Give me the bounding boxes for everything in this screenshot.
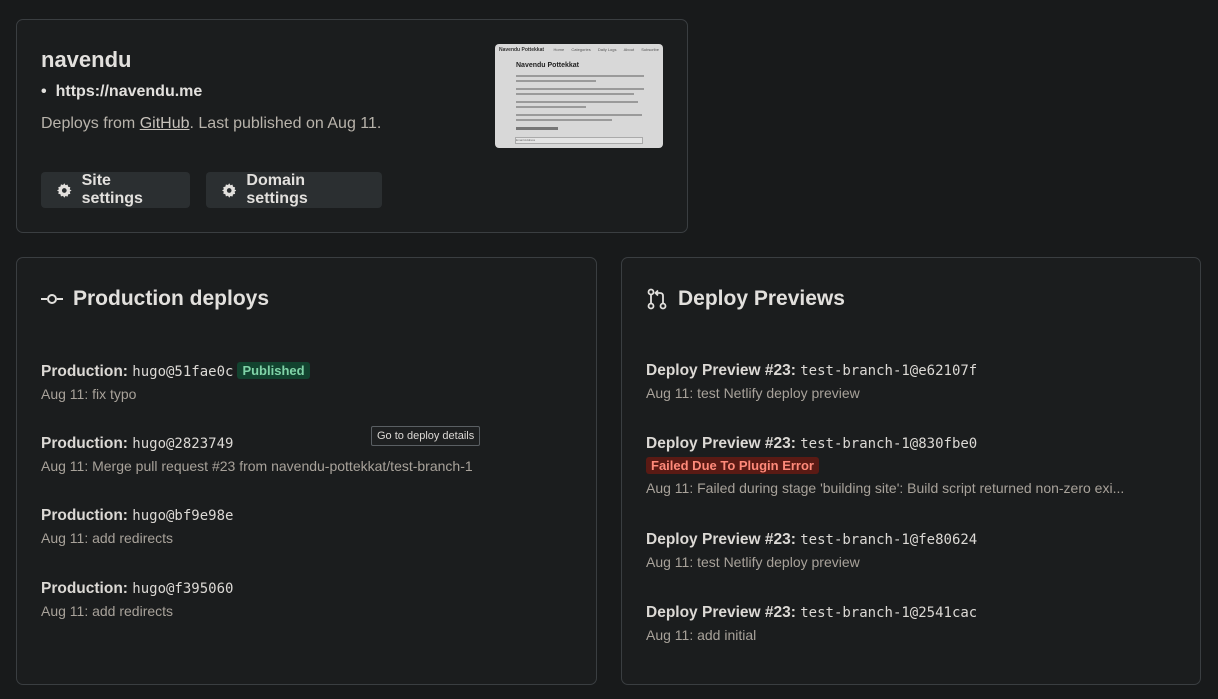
thumbnail-text-line bbox=[516, 114, 642, 116]
commit-icon bbox=[41, 294, 63, 304]
thumbnail-nav-link: Subscribe bbox=[641, 47, 659, 52]
thumbnail-text-line bbox=[516, 106, 586, 108]
gear-icon bbox=[222, 182, 237, 198]
production-deploys-title: Production deploys bbox=[73, 287, 270, 310]
published-badge: Published bbox=[237, 362, 310, 379]
deploy-label: Deploy Preview #23: bbox=[646, 531, 796, 548]
production-deploy-item[interactable]: Production: hugo@51fae0c Published Aug 11… bbox=[41, 362, 310, 402]
production-deploy-item[interactable]: Production: hugo@bf9e98e Aug 11: add red… bbox=[41, 507, 233, 546]
deploy-label: Deploy Preview #23: bbox=[646, 435, 796, 452]
bullet: • bbox=[41, 83, 47, 100]
deploy-info: Deploys from GitHub. Last published on A… bbox=[41, 115, 381, 133]
deploy-ref: hugo@f395060 bbox=[132, 581, 234, 597]
deploy-label: Production: bbox=[41, 435, 128, 452]
deploy-label: Production: bbox=[41, 363, 128, 380]
deploy-ref: hugo@bf9e98e bbox=[132, 508, 234, 524]
deploy-ref: hugo@2823749 bbox=[132, 436, 234, 452]
deploy-ref: test-branch-1@2541cac bbox=[800, 605, 978, 621]
failed-badge: Failed Due To Plugin Error bbox=[646, 457, 819, 474]
production-deploy-item[interactable]: Production: hugo@f395060 Aug 11: add red… bbox=[41, 580, 233, 619]
deploy-ref: hugo@51fae0c bbox=[132, 364, 234, 380]
deploy-label: Deploy Preview #23: bbox=[646, 362, 796, 379]
pull-request-icon bbox=[647, 288, 667, 310]
thumbnail-page-title: Navendu Pottekkat bbox=[516, 62, 580, 69]
repo-link[interactable]: GitHub bbox=[140, 115, 190, 132]
deploy-ref: test-branch-1@830fbe0 bbox=[800, 436, 978, 452]
thumbnail-nav-link: Daily Logs bbox=[597, 47, 617, 52]
thumbnail-nav-title: Navendu Pottekkat bbox=[499, 47, 545, 53]
domain-settings-button[interactable]: Domain settings bbox=[206, 172, 382, 208]
last-published-text: . Last published on Aug 11. bbox=[189, 115, 382, 132]
site-settings-button[interactable]: Site settings bbox=[41, 172, 190, 208]
domain-settings-label: Domain settings bbox=[246, 172, 308, 207]
deploy-message: Aug 11: add redirects bbox=[41, 603, 174, 619]
thumbnail-social-icons bbox=[516, 127, 558, 130]
deploy-message: Aug 11: test Netlify deploy preview bbox=[646, 554, 860, 570]
deploy-details-tooltip: Go to deploy details bbox=[371, 426, 481, 446]
thumbnail-text-line bbox=[516, 88, 644, 90]
deploy-preview-item[interactable]: Deploy Preview #23: test-branch-1@830fbe… bbox=[646, 435, 1124, 496]
deploy-preview-item[interactable]: Deploy Preview #23: test-branch-1@2541ca… bbox=[646, 604, 977, 643]
gear-icon bbox=[57, 182, 72, 198]
deploy-message: Aug 11: fix typo bbox=[41, 386, 137, 402]
thumbnail-text-line bbox=[516, 93, 634, 95]
site-settings-label: Site settings bbox=[81, 172, 143, 207]
deploy-ref: test-branch-1@fe80624 bbox=[800, 532, 978, 548]
deploy-message: Aug 11: Merge pull request #23 from nave… bbox=[41, 458, 473, 474]
deploy-previews-card: Deploy Previews Deploy Preview #23: test… bbox=[621, 257, 1201, 685]
deploy-preview-item[interactable]: Deploy Preview #23: test-branch-1@e62107… bbox=[646, 362, 977, 401]
deploy-preview-item[interactable]: Deploy Preview #23: test-branch-1@fe8062… bbox=[646, 531, 977, 570]
thumbnail-text-line bbox=[516, 75, 644, 77]
thumbnail-text-line bbox=[516, 80, 596, 82]
deploy-message: Aug 11: Failed during stage 'building si… bbox=[646, 480, 1125, 496]
site-name: navendu bbox=[41, 47, 132, 72]
site-overview-card: navendu • https://navendu.me Deploys from… bbox=[16, 19, 688, 233]
site-url-item: • https://navendu.me bbox=[41, 83, 202, 101]
thumbnail-nav-links: Home Categories Daily Logs About Subscri… bbox=[548, 47, 659, 52]
thumbnail-nav-link: About bbox=[623, 47, 635, 52]
thumbnail-email-box: Email Address bbox=[515, 137, 643, 144]
deploys-from-text: Deploys from bbox=[41, 115, 136, 132]
thumbnail-nav-link: Categories bbox=[571, 47, 591, 52]
deploy-message: Aug 11: test Netlify deploy preview bbox=[646, 385, 860, 401]
deploy-label: Production: bbox=[41, 580, 128, 597]
deploy-ref: test-branch-1@e62107f bbox=[800, 363, 978, 379]
site-preview-thumbnail[interactable]: Navendu Pottekkat Home Categories Daily … bbox=[495, 44, 663, 148]
deploy-previews-title: Deploy Previews bbox=[678, 287, 845, 310]
deploy-message: Aug 11: add initial bbox=[646, 627, 757, 643]
deploy-label: Deploy Preview #23: bbox=[646, 604, 796, 621]
thumbnail-text-line bbox=[516, 101, 638, 103]
thumbnail-nav-link: Home bbox=[553, 47, 565, 52]
deploy-previews-header: Deploy Previews bbox=[646, 287, 845, 311]
deploy-label: Production: bbox=[41, 507, 128, 524]
site-url-link[interactable]: https://navendu.me bbox=[56, 83, 203, 100]
thumbnail-text-line bbox=[516, 119, 612, 121]
deploy-message: Aug 11: add redirects bbox=[41, 530, 174, 546]
production-deploys-header: Production deploys bbox=[41, 287, 269, 311]
production-deploys-card: Production deploys Production: hugo@51fa… bbox=[16, 257, 597, 685]
